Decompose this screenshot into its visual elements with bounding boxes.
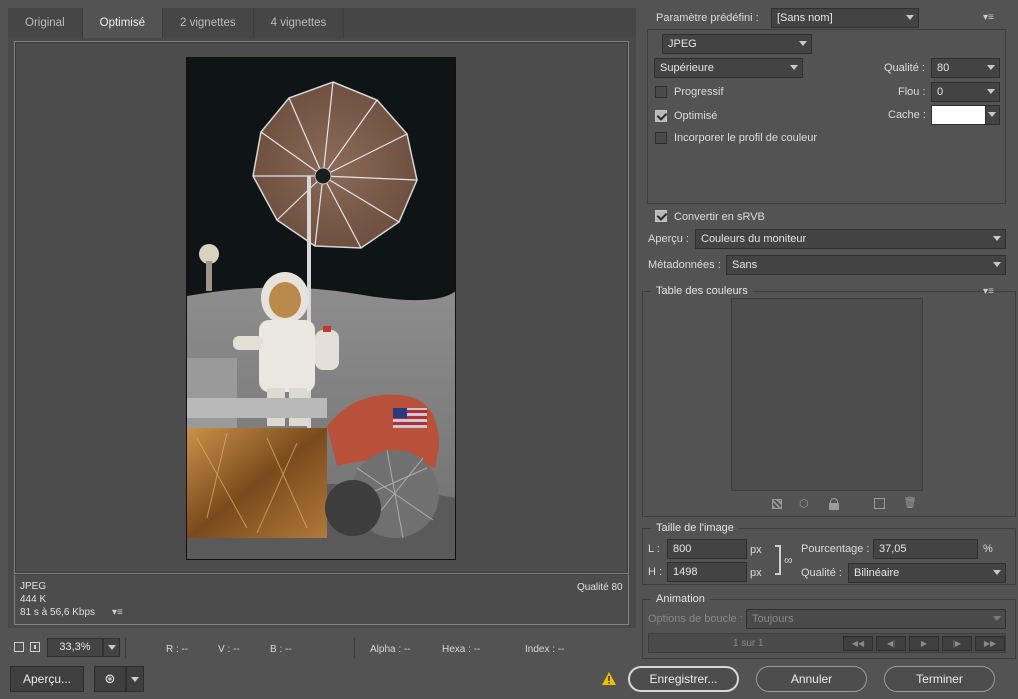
preview-in-browser-button[interactable]: Aperçu...: [10, 666, 84, 692]
width-field[interactable]: 800: [667, 539, 747, 559]
matte-label: Cache :: [888, 109, 926, 121]
resample-value: Bilinéaire: [854, 567, 900, 579]
browser-dropdown-button[interactable]: [126, 666, 144, 692]
tab-4-up[interactable]: 4 vignettes: [254, 8, 345, 38]
save-button[interactable]: Enregistrer...: [628, 666, 739, 692]
quality-label: Qualité :: [884, 62, 925, 74]
tab-original[interactable]: Original: [8, 8, 83, 38]
embed-profile-label: Incorporer le profil de couleur: [674, 132, 818, 144]
resample-dropdown[interactable]: Bilinéaire: [848, 563, 1006, 583]
toggle-slices-icon[interactable]: [30, 642, 40, 652]
lock-icon[interactable]: [829, 498, 839, 510]
new-color-icon[interactable]: [874, 498, 885, 509]
preview-image[interactable]: [186, 57, 456, 560]
cube-icon[interactable]: ⬡: [799, 498, 811, 510]
link-proportions-icon[interactable]: ∞: [784, 553, 793, 567]
browser-select-button[interactable]: ⊛: [94, 666, 126, 692]
browser-icon: ⊛: [104, 671, 116, 686]
resample-label: Qualité :: [801, 567, 842, 579]
preset-value: [Sans nom]: [777, 12, 833, 24]
percent-field[interactable]: 37,05: [873, 539, 978, 559]
height-field[interactable]: 1498: [667, 562, 747, 582]
convert-srgb-label: Convertir en sRVB: [674, 211, 765, 223]
percent-label: Pourcentage :: [801, 543, 870, 555]
progressive-checkbox[interactable]: [655, 86, 667, 98]
first-frame-button[interactable]: ◀◀: [843, 636, 873, 651]
loop-options-label: Options de boucle :: [648, 613, 743, 625]
blur-label: Flou :: [898, 86, 926, 98]
cancel-button[interactable]: Annuler: [756, 666, 867, 692]
preset-menu-icon[interactable]: ▾≡: [983, 13, 997, 23]
preset-dropdown[interactable]: [Sans nom]: [771, 8, 919, 28]
color-table-swatches[interactable]: [731, 298, 923, 491]
quality-preset-dropdown[interactable]: Supérieure: [654, 58, 803, 78]
format-dropdown[interactable]: JPEG: [662, 34, 812, 54]
width-unit: px: [750, 544, 762, 556]
index-readout: Index : --: [525, 644, 565, 655]
quality-combo[interactable]: 80: [931, 58, 1000, 78]
astronaut-photo: [187, 58, 455, 559]
preview-format: JPEG: [20, 581, 47, 592]
metadata-dropdown[interactable]: Sans: [726, 255, 1006, 275]
animation-title: Animation: [651, 593, 710, 605]
preview-download-time: 81 s à 56,6 Kbps: [20, 607, 96, 618]
blur-combo[interactable]: 0: [931, 82, 1000, 102]
progressive-label: Progressif: [674, 86, 724, 98]
embed-profile-checkbox[interactable]: [655, 132, 667, 144]
zoom-dropdown-button[interactable]: [103, 638, 120, 657]
color-preview-value: Couleurs du moniteur: [701, 233, 807, 245]
preview-size: 444 K: [20, 594, 47, 605]
hex-readout: Hexa : --: [442, 644, 481, 655]
metadata-value: Sans: [732, 259, 758, 271]
optimized-label: Optimisé: [674, 110, 718, 122]
next-frame-button[interactable]: |▶: [942, 636, 972, 651]
tab-2-up[interactable]: 2 vignettes: [163, 8, 254, 38]
red-readout: R : --: [166, 644, 189, 655]
color-table-title: Table des couleurs: [651, 285, 753, 297]
color-preview-label: Aperçu :: [648, 233, 689, 245]
matte-color-swatch[interactable]: [931, 105, 986, 125]
play-button[interactable]: ▶: [909, 636, 939, 651]
green-readout: V : --: [218, 644, 240, 655]
separator: [354, 638, 355, 658]
height-label: H :: [648, 566, 663, 578]
separator: [125, 638, 126, 658]
tab-optimized[interactable]: Optimisé: [82, 8, 164, 38]
height-unit: px: [750, 567, 762, 579]
width-label: L :: [648, 543, 660, 555]
blur-value: 0: [937, 86, 944, 98]
color-preview-dropdown[interactable]: Couleurs du moniteur: [695, 229, 1006, 249]
web-snap-icon[interactable]: [772, 499, 782, 509]
format-value: JPEG: [668, 38, 697, 50]
view-tabs: Original Optimisé 2 vignettes 4 vignette…: [8, 8, 636, 38]
loop-options-dropdown[interactable]: Toujours: [746, 609, 1006, 629]
image-size-title: Taille de l'image: [651, 522, 739, 534]
preview-info-area: [14, 574, 629, 625]
percent-unit: %: [983, 543, 993, 555]
blue-readout: B : --: [270, 644, 292, 655]
convert-srgb-checkbox[interactable]: [655, 210, 667, 222]
metadata-label: Métadonnées :: [648, 259, 721, 271]
quality-value: 80: [937, 62, 950, 74]
download-speed-menu-icon[interactable]: ▾≡: [112, 608, 126, 618]
loop-options-value: Toujours: [752, 613, 794, 625]
preview-quality: Qualité 80: [577, 582, 623, 593]
trash-icon[interactable]: 🗑: [903, 497, 917, 510]
zoom-field[interactable]: 33,3%: [47, 638, 103, 657]
warning-icon: [602, 672, 616, 685]
chevron-down-icon: [131, 677, 139, 682]
preset-label: Paramètre prédéfini :: [656, 12, 759, 24]
previous-frame-button[interactable]: ◀|: [876, 636, 906, 651]
quality-preset-value: Supérieure: [660, 62, 714, 74]
matte-dropdown-button[interactable]: [985, 105, 1000, 125]
last-frame-button[interactable]: ▶▶: [975, 636, 1005, 651]
constrain-bracket: [775, 545, 781, 575]
toggle-background-icon[interactable]: [14, 642, 24, 652]
frame-counter: 1 sur 1: [733, 638, 764, 649]
optimized-checkbox[interactable]: [655, 110, 667, 122]
done-button[interactable]: Terminer: [884, 666, 995, 692]
color-table-menu-icon[interactable]: ▾≡: [983, 287, 997, 297]
alpha-readout: Alpha : --: [370, 644, 411, 655]
